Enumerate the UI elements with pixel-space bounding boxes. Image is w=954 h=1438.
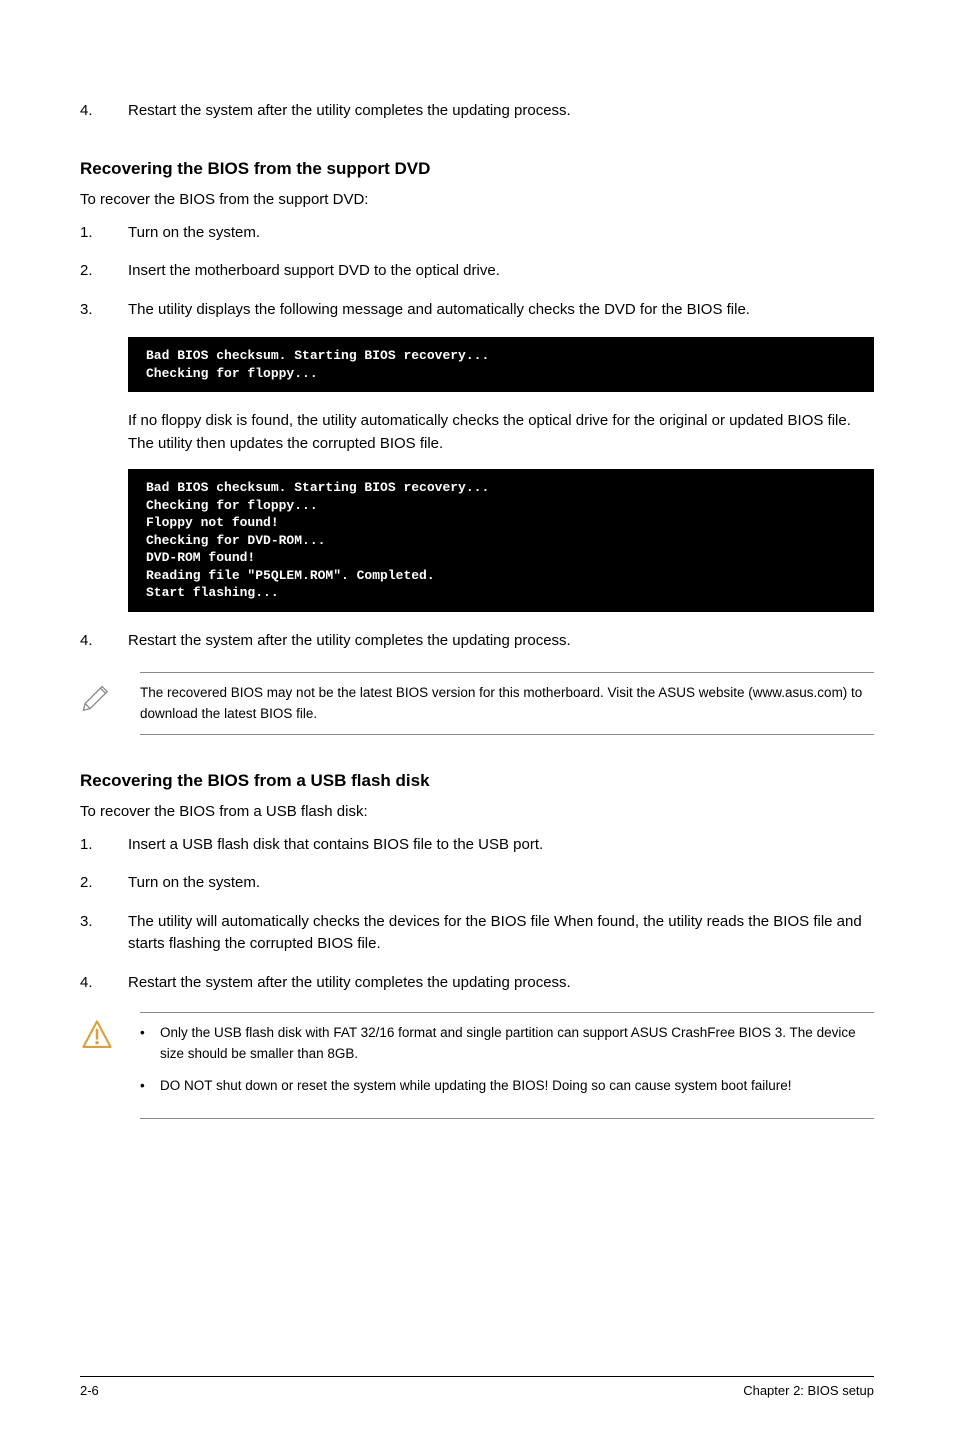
step-text: Turn on the system. xyxy=(128,222,874,245)
pencil-icon xyxy=(80,672,140,717)
step-text: Turn on the system. xyxy=(128,872,874,895)
step-item: 3. The utility will automatically checks… xyxy=(80,911,874,956)
explanation-text: If no floppy disk is found, the utility … xyxy=(128,410,874,455)
warning-text: DO NOT shut down or reset the system whi… xyxy=(160,1076,874,1096)
step-number: 2. xyxy=(80,872,128,895)
note-text: The recovered BIOS may not be the latest… xyxy=(140,672,874,735)
step-item: 1. Insert a USB flash disk that contains… xyxy=(80,834,874,857)
step-number: 1. xyxy=(80,834,128,857)
step-number: 1. xyxy=(80,222,128,245)
step-item: 3. The utility displays the following me… xyxy=(80,299,874,322)
step-text: Insert the motherboard support DVD to th… xyxy=(128,260,874,283)
step-item: 4. Restart the system after the utility … xyxy=(80,630,874,653)
warning-bullet: • DO NOT shut down or reset the system w… xyxy=(140,1076,874,1096)
step-item: 2. Insert the motherboard support DVD to… xyxy=(80,260,874,283)
step-number: 3. xyxy=(80,911,128,956)
warning-content: • Only the USB flash disk with FAT 32/16… xyxy=(140,1012,874,1119)
section-intro: To recover the BIOS from the support DVD… xyxy=(80,191,874,208)
step-text: Restart the system after the utility com… xyxy=(128,100,874,123)
note-box: The recovered BIOS may not be the latest… xyxy=(80,672,874,735)
section-heading-dvd: Recovering the BIOS from the support DVD xyxy=(80,159,874,179)
warning-text: Only the USB flash disk with FAT 32/16 f… xyxy=(160,1023,874,1064)
step-item: 1. Turn on the system. xyxy=(80,222,874,245)
step-number: 4. xyxy=(80,100,128,123)
step-number: 4. xyxy=(80,972,128,995)
chapter-title: Chapter 2: BIOS setup xyxy=(743,1383,874,1398)
warning-bullet: • Only the USB flash disk with FAT 32/16… xyxy=(140,1023,874,1064)
step-text: Insert a USB flash disk that contains BI… xyxy=(128,834,874,857)
step-text: Restart the system after the utility com… xyxy=(128,630,874,653)
step-number: 4. xyxy=(80,630,128,653)
page-footer: 2-6 Chapter 2: BIOS setup xyxy=(80,1376,874,1398)
section-intro: To recover the BIOS from a USB flash dis… xyxy=(80,803,874,820)
warning-icon xyxy=(80,1012,140,1057)
step-item: 2. Turn on the system. xyxy=(80,872,874,895)
step-text: The utility displays the following messa… xyxy=(128,299,874,322)
page-number: 2-6 xyxy=(80,1383,99,1398)
terminal-output: Bad BIOS checksum. Starting BIOS recover… xyxy=(128,337,874,392)
step-text: Restart the system after the utility com… xyxy=(128,972,874,995)
step-number: 2. xyxy=(80,260,128,283)
section-heading-usb: Recovering the BIOS from a USB flash dis… xyxy=(80,771,874,791)
terminal-output: Bad BIOS checksum. Starting BIOS recover… xyxy=(128,469,874,612)
step-number: 3. xyxy=(80,299,128,322)
bullet-marker: • xyxy=(140,1076,160,1096)
warning-box: • Only the USB flash disk with FAT 32/16… xyxy=(80,1012,874,1119)
bullet-marker: • xyxy=(140,1023,160,1064)
step-item: 4. Restart the system after the utility … xyxy=(80,972,874,995)
step-item: 4. Restart the system after the utility … xyxy=(80,100,874,123)
step-text: The utility will automatically checks th… xyxy=(128,911,874,956)
